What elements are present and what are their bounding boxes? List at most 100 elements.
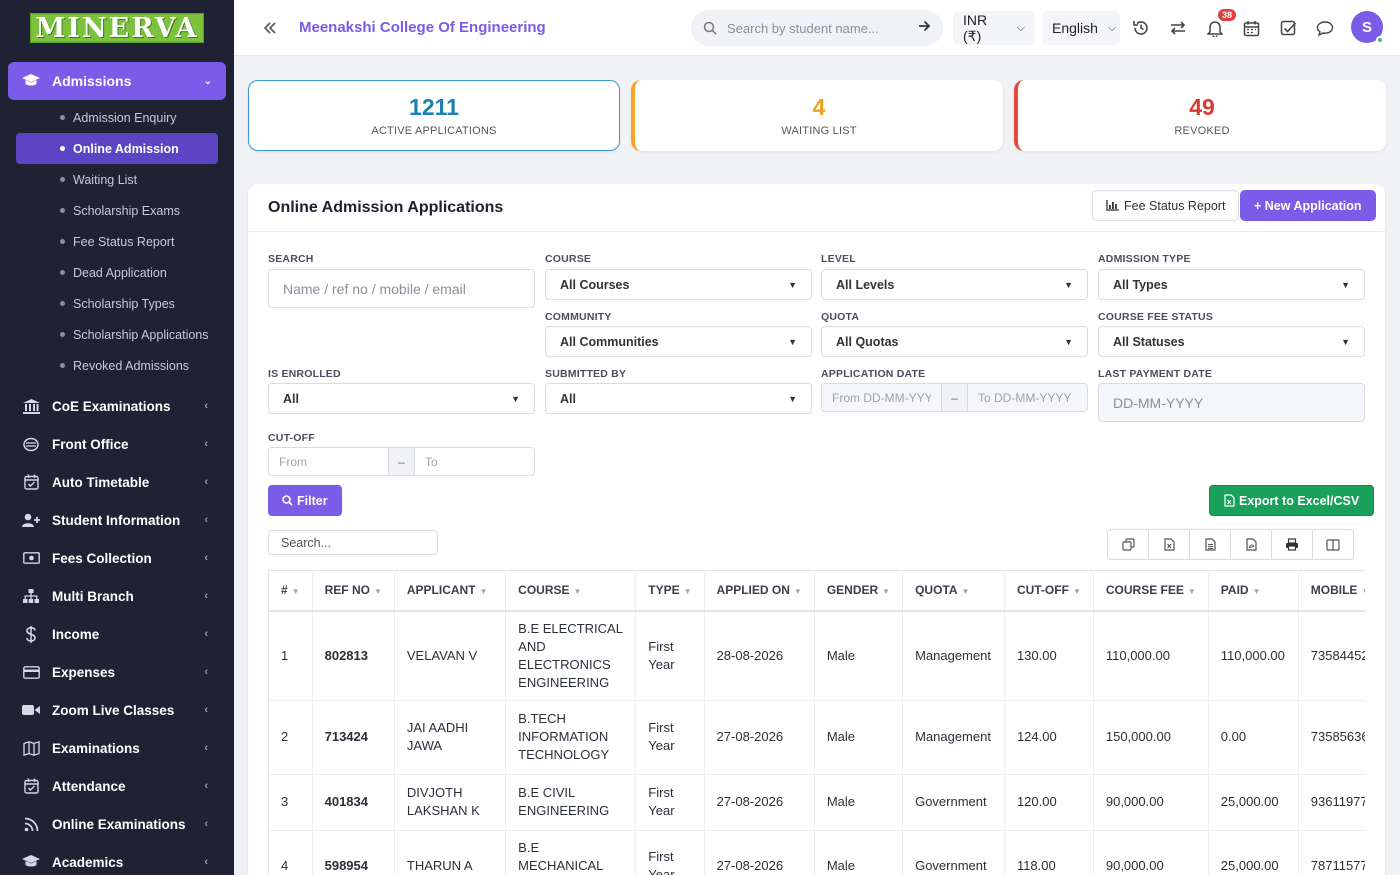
- column-header-ref-no[interactable]: REF NO ▼: [312, 570, 395, 612]
- export-excel-button[interactable]: Export to Excel/CSV: [1209, 485, 1375, 516]
- task-check-icon[interactable]: [1277, 17, 1299, 39]
- sidebar-item-examinations[interactable]: Examinations ‹: [0, 729, 234, 767]
- is-enrolled-label: IS ENROLLED: [268, 368, 341, 380]
- community-select[interactable]: All Communities ▼: [545, 326, 812, 357]
- submenu-item-revoked-admissions[interactable]: Revoked Admissions: [0, 350, 234, 381]
- submenu-item-waiting-list[interactable]: Waiting List: [0, 164, 234, 195]
- column-header-paid[interactable]: PAID ▼: [1208, 570, 1299, 612]
- application-date-to[interactable]: [968, 384, 1087, 411]
- table-row[interactable]: 1 802813 VELAVAN V B.E ELECTRICAL AND ELECT…: [269, 610, 1365, 701]
- filter-button[interactable]: Filter: [268, 485, 342, 516]
- avatar[interactable]: S: [1351, 11, 1384, 44]
- stat-card-waiting-list[interactable]: 4 WAITING LIST: [631, 80, 1003, 151]
- submenu-item-scholarship-types[interactable]: Scholarship Types: [0, 288, 234, 319]
- logo[interactable]: MINERVA: [30, 13, 204, 44]
- bell-icon[interactable]: 38: [1204, 9, 1236, 39]
- level-value: All Levels: [836, 277, 895, 292]
- stat-card-active-applications[interactable]: 1211 ACTIVE APPLICATIONS: [248, 80, 620, 151]
- submenu-item-scholarship-applications[interactable]: Scholarship Applications: [0, 319, 234, 350]
- print-icon[interactable]: [1271, 529, 1313, 560]
- excel-icon[interactable]: [1148, 529, 1190, 560]
- column-header-applicant[interactable]: APPLICANT ▼: [394, 570, 507, 612]
- sidebar-item-expenses[interactable]: Expenses ‹: [0, 653, 234, 691]
- pdf-icon[interactable]: [1230, 529, 1272, 560]
- cutoff-to[interactable]: [415, 448, 534, 475]
- course-fee-status-select[interactable]: All Statuses ▼: [1098, 326, 1365, 357]
- chevron-left-icon: ‹: [204, 818, 208, 830]
- cell-ref-no: 598954: [312, 830, 395, 875]
- export-label: Export to Excel/CSV: [1239, 493, 1360, 508]
- sort-icon: ▼: [573, 587, 582, 597]
- sidebar-item-coe-examinations[interactable]: CoE Examinations ‹: [0, 387, 234, 425]
- search-field[interactable]: [268, 269, 535, 308]
- college-name: Meenakshi College Of Engineering: [299, 19, 546, 36]
- stat-card-revoked[interactable]: 49 REVOKED: [1014, 80, 1386, 151]
- sort-icon: ▼: [961, 587, 970, 597]
- copy-icon[interactable]: [1107, 529, 1149, 560]
- sidebar-item-academics[interactable]: Academics ‹: [0, 843, 234, 875]
- sidebar-item-auto-timetable[interactable]: Auto Timetable ‹: [0, 463, 234, 501]
- calendar-icon[interactable]: [1240, 17, 1262, 39]
- column-header-quota[interactable]: QUOTA ▼: [902, 570, 1005, 612]
- avatar-letter: S: [1361, 18, 1372, 36]
- sidebar-item-online-examinations[interactable]: Online Examinations ‹: [0, 805, 234, 843]
- column-header-mobile[interactable]: MOBILE▼: [1298, 570, 1365, 612]
- table-search-input[interactable]: [268, 530, 438, 555]
- cell-gender: Male: [814, 700, 904, 775]
- column-header-gender[interactable]: GENDER ▼: [814, 570, 904, 612]
- course-select[interactable]: All Courses ▼: [545, 269, 812, 300]
- column-header-[interactable]: # ▼: [269, 570, 313, 612]
- sidebar-item-fees-collection[interactable]: Fees Collection ‹: [0, 539, 234, 577]
- language-select[interactable]: English ⌵: [1042, 11, 1120, 45]
- cutoff-from[interactable]: [269, 448, 388, 475]
- arrow-right-icon[interactable]: [918, 19, 931, 37]
- sidebar-item-student-information[interactable]: Student Information ‹: [0, 501, 234, 539]
- csv-icon[interactable]: [1189, 529, 1231, 560]
- admission-type-select[interactable]: All Types ▼: [1098, 269, 1365, 300]
- currency-select[interactable]: INR (₹) ⌵: [953, 11, 1035, 45]
- sidebar-item-attendance[interactable]: Attendance ‹: [0, 767, 234, 805]
- table-row[interactable]: 4598954THARUN AB.E MECHANICAL ENGINEERIN…: [269, 830, 1365, 875]
- applications-table-wrapper: # ▼ REF NO ▼ APPLICANT ▼ COURSE ▼ TYPE ▼ APPLIED O…: [268, 570, 1365, 875]
- caret-down-icon: ▼: [511, 393, 520, 404]
- fee-status-report-button[interactable]: Fee Status Report: [1092, 190, 1240, 221]
- table-row[interactable]: 2 713424 JAI AADHI JAWA B.TECH INFORMATION …: [269, 700, 1365, 775]
- submenu-item-fee-status-report[interactable]: Fee Status Report: [0, 226, 234, 257]
- collapse-sidebar-button[interactable]: [256, 21, 284, 34]
- student-search-input[interactable]: [727, 20, 907, 36]
- sidebar-item-income[interactable]: Income ‹: [0, 615, 234, 653]
- sort-icon: ▼: [1252, 587, 1261, 597]
- column-header-label: REF NO: [324, 583, 370, 598]
- submenu-item-admission-enquiry[interactable]: Admission Enquiry: [0, 102, 234, 133]
- cell-course: B.E MECHANICAL ENGINEERING: [505, 830, 637, 875]
- column-header-applied-on[interactable]: APPLIED ON ▼: [704, 570, 815, 612]
- column-header-course-fee[interactable]: COURSE FEE ▼: [1093, 570, 1209, 612]
- application-date-from[interactable]: [822, 384, 941, 411]
- caret-down-icon: ▼: [1064, 279, 1073, 290]
- submenu-item-scholarship-exams[interactable]: Scholarship Exams: [0, 195, 234, 226]
- user-plus-icon: [22, 513, 40, 527]
- new-application-button[interactable]: + New Application: [1240, 190, 1376, 221]
- submenu-item-dead-application[interactable]: Dead Application: [0, 257, 234, 288]
- last-payment-date-field[interactable]: [1098, 383, 1365, 422]
- quota-select[interactable]: All Quotas ▼: [821, 326, 1088, 357]
- sidebar-item-admissions[interactable]: Admissions ⌄: [8, 62, 226, 100]
- application-date-range: –: [821, 383, 1088, 412]
- column-header-course[interactable]: COURSE ▼: [505, 570, 637, 612]
- sidebar-item-zoom-live-classes[interactable]: Zoom Live Classes ‹: [0, 691, 234, 729]
- column-header-type[interactable]: TYPE ▼: [635, 570, 705, 612]
- sidebar-item-front-office[interactable]: Front Office ‹: [0, 425, 234, 463]
- columns-icon[interactable]: [1312, 529, 1354, 560]
- is-enrolled-select[interactable]: All ▼: [268, 383, 535, 414]
- column-header-cut-off[interactable]: CUT-OFF ▼: [1004, 570, 1094, 612]
- cell-type: First Year: [635, 610, 705, 701]
- table-row[interactable]: 3 401834 DIVJOTH LAKSHAN K B.E CIVIL ENGINE…: [269, 774, 1365, 831]
- history-icon[interactable]: [1130, 17, 1152, 39]
- submenu-item-online-admission[interactable]: Online Admission: [16, 133, 218, 164]
- submitted-by-select[interactable]: All ▼: [545, 383, 812, 414]
- level-select[interactable]: All Levels ▼: [821, 269, 1088, 300]
- column-header-label: PAID: [1220, 583, 1249, 598]
- chat-icon[interactable]: [1314, 17, 1336, 39]
- switch-icon[interactable]: [1167, 17, 1189, 39]
- sidebar-item-multi-branch[interactable]: Multi Branch ‹: [0, 577, 234, 615]
